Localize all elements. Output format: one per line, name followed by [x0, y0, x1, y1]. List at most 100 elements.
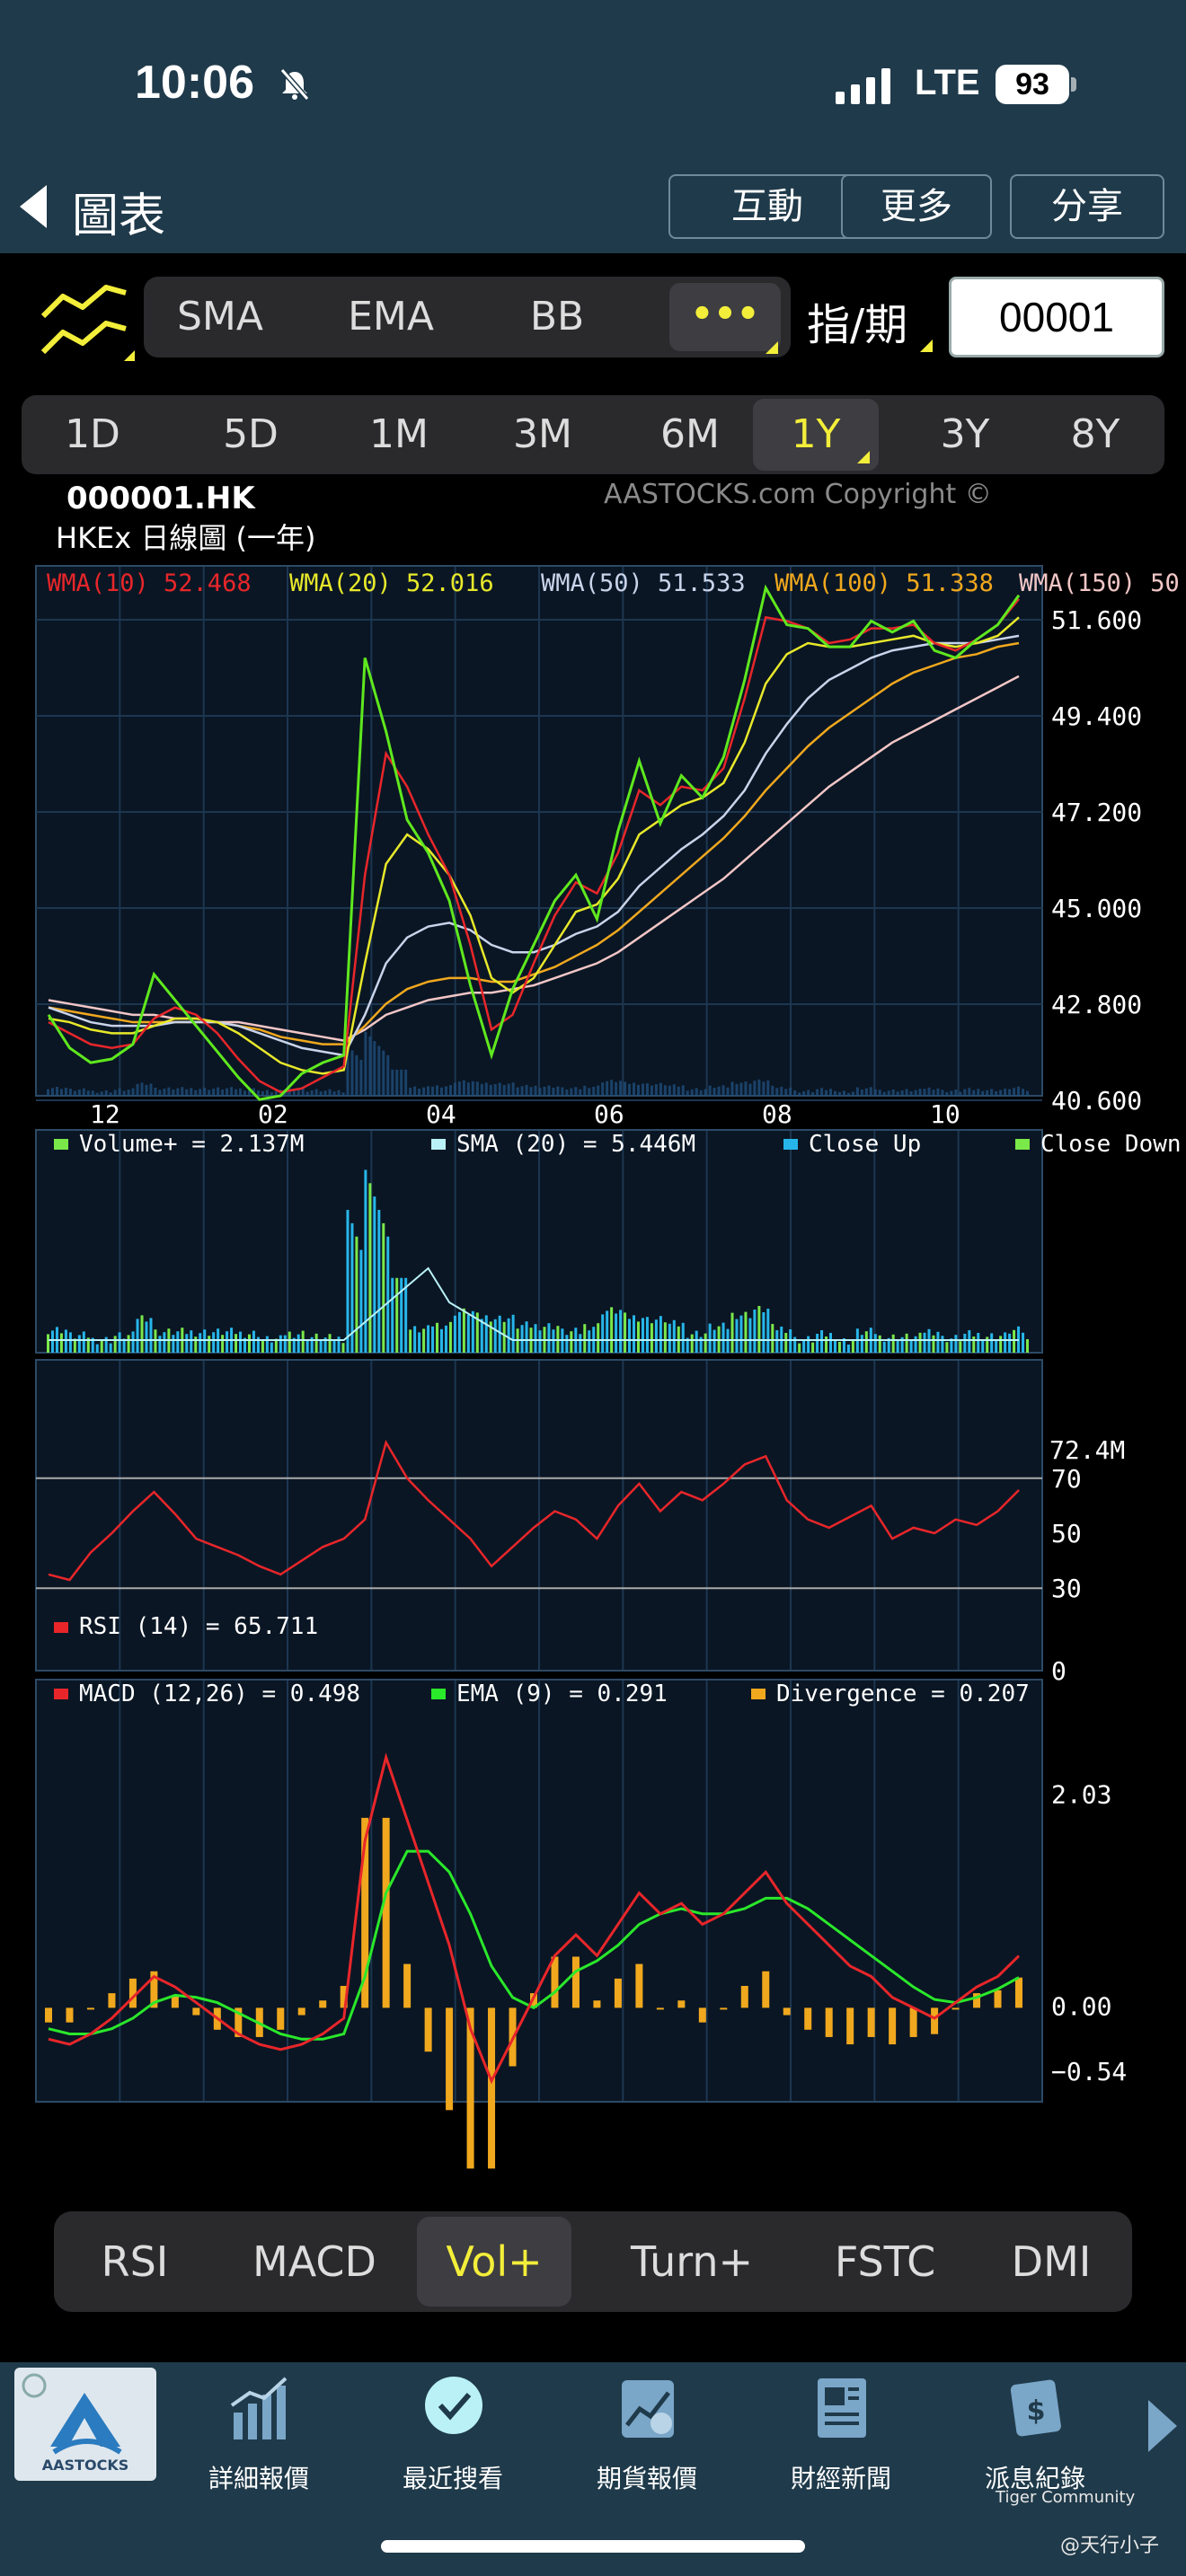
volume-shadow-bar: [829, 1089, 833, 1096]
nav-financial-news[interactable]: 財經新聞: [751, 2373, 931, 2508]
volume-bar: [878, 1335, 881, 1353]
index-period-selector[interactable]: 指/期: [807, 289, 907, 352]
volume-shadow-bar: [842, 1090, 845, 1096]
volume-shadow-bar: [453, 1082, 456, 1096]
volume-bar: [409, 1329, 412, 1353]
volume-shadow-bar: [606, 1081, 609, 1096]
tab-macd[interactable]: MACD: [225, 2211, 404, 2312]
divergence-bar: [403, 1963, 412, 2008]
volume-bar: [140, 1315, 144, 1353]
volume-shadow-bar: [439, 1087, 443, 1096]
stock-chart[interactable]: 000001.HK HKEx 日線圖 (一年) AASTOCKS.com Cop…: [0, 479, 1186, 2206]
volume-bar: [579, 1334, 582, 1353]
volume-bar: [520, 1325, 524, 1353]
volume-shadow-bar: [413, 1086, 417, 1096]
volume-bar: [444, 1325, 447, 1353]
period-3m[interactable]: 3M: [471, 395, 615, 474]
volume-bar: [332, 1340, 336, 1353]
price-axis-tick: 49.400: [1051, 701, 1142, 731]
volume-bar: [283, 1335, 287, 1353]
volume-shadow-bar: [869, 1087, 872, 1096]
nav-next-arrow-icon[interactable]: [1146, 2398, 1179, 2454]
period-5d[interactable]: 5D: [183, 395, 318, 474]
macd-legend-item: Divergence = 0.207: [776, 1681, 1030, 1707]
volume-shadow-bar: [726, 1087, 730, 1096]
volume-bar: [239, 1331, 243, 1353]
volume-shadow-bar: [448, 1085, 452, 1096]
wma-legend-item: WMA(100) 51.338: [774, 569, 994, 597]
period-1d[interactable]: 1D: [34, 395, 151, 474]
volume-shadow-bar: [86, 1090, 90, 1096]
copyright-text: AASTOCKS.com Copyright ©: [604, 481, 992, 510]
volume-bar: [766, 1309, 770, 1353]
volume-shadow-bar: [176, 1088, 180, 1096]
volume-bar: [163, 1332, 166, 1353]
volume-shadow-bar: [690, 1089, 694, 1096]
chart-symbol: 000001.HK: [66, 481, 256, 516]
interactive-button[interactable]: 互動: [668, 174, 866, 239]
more-button[interactable]: 更多: [841, 174, 992, 239]
volume-shadow-bar: [104, 1090, 108, 1096]
volume-bar: [650, 1323, 653, 1353]
nav-detailed-quote[interactable]: 詳細報價: [169, 2373, 349, 2508]
divergence-bar: [277, 2007, 285, 2030]
volume-shadow-bar: [579, 1089, 582, 1096]
newspaper-icon: [818, 2378, 866, 2438]
volume-bar: [628, 1319, 632, 1353]
volume-shadow-bar: [855, 1087, 859, 1096]
period-3y[interactable]: 3Y: [893, 395, 1037, 474]
volume-shadow-bar: [663, 1085, 667, 1096]
volume-shadow-bar: [932, 1090, 935, 1096]
volume-bar: [681, 1322, 685, 1353]
volume-bar: [270, 1342, 273, 1353]
period-8y[interactable]: 8Y: [1028, 395, 1163, 474]
tab-fstc[interactable]: FSTC: [800, 2211, 970, 2312]
volume-shadow-bar: [127, 1090, 130, 1096]
volume-bar: [1013, 1329, 1016, 1353]
stock-code-input[interactable]: 00001: [949, 277, 1164, 357]
volume-bar: [395, 1277, 399, 1353]
tab-turn-plus[interactable]: Turn+: [602, 2211, 782, 2312]
volume-bar: [431, 1326, 435, 1353]
volume-bar: [480, 1319, 483, 1353]
volume-shadow-bar: [757, 1079, 761, 1096]
divergence-bar: [783, 2007, 791, 2016]
volume-bar: [860, 1335, 863, 1353]
tab-rsi[interactable]: RSI: [72, 2211, 198, 2312]
macd-axis-tick: −0.54: [1051, 2057, 1127, 2086]
volume-bar: [1008, 1333, 1012, 1353]
month-axis-tick: 10: [930, 1099, 960, 1129]
divergence-bar: [45, 2007, 52, 2023]
tab-vol-plus[interactable]: Vol+: [417, 2217, 571, 2307]
volume-shadow-bar: [891, 1089, 895, 1096]
nav-futures-quote[interactable]: 期貨報價: [557, 2373, 737, 2508]
volume-bar: [936, 1331, 940, 1353]
volume-shadow-bar: [601, 1082, 605, 1096]
page-title: 圖表: [72, 190, 166, 243]
volume-bar: [891, 1334, 895, 1353]
period-6m[interactable]: 6M: [618, 395, 762, 474]
volume-shadow-bar: [140, 1082, 144, 1096]
nav-recent-views[interactable]: 最近搜看: [363, 2373, 543, 2508]
legend-swatch: [431, 1139, 446, 1150]
volume-shadow-bar: [695, 1088, 698, 1096]
bb-button[interactable]: BB: [485, 277, 629, 357]
volume-shadow-bar: [762, 1081, 766, 1096]
more-indicators-button[interactable]: •••: [669, 283, 781, 351]
tab-dmi[interactable]: DMI: [988, 2211, 1114, 2312]
volume-shadow-bar: [109, 1092, 112, 1096]
back-arrow-icon[interactable]: [16, 180, 52, 234]
sma-button[interactable]: SMA: [153, 277, 288, 357]
volume-bar: [265, 1336, 269, 1353]
share-button[interactable]: 分享: [1010, 174, 1164, 239]
line-chart-type-icon[interactable]: [36, 280, 135, 361]
period-1m[interactable]: 1M: [327, 395, 471, 474]
volume-shadow-bar: [686, 1090, 689, 1096]
home-button[interactable]: AASTOCKS: [14, 2368, 156, 2481]
ema-button[interactable]: EMA: [314, 277, 467, 357]
volume-shadow-bar: [923, 1089, 926, 1096]
volume-bar: [100, 1340, 103, 1353]
volume-shadow-bar: [314, 1089, 318, 1096]
volume-bar: [252, 1330, 255, 1353]
volume-bar: [601, 1314, 605, 1353]
